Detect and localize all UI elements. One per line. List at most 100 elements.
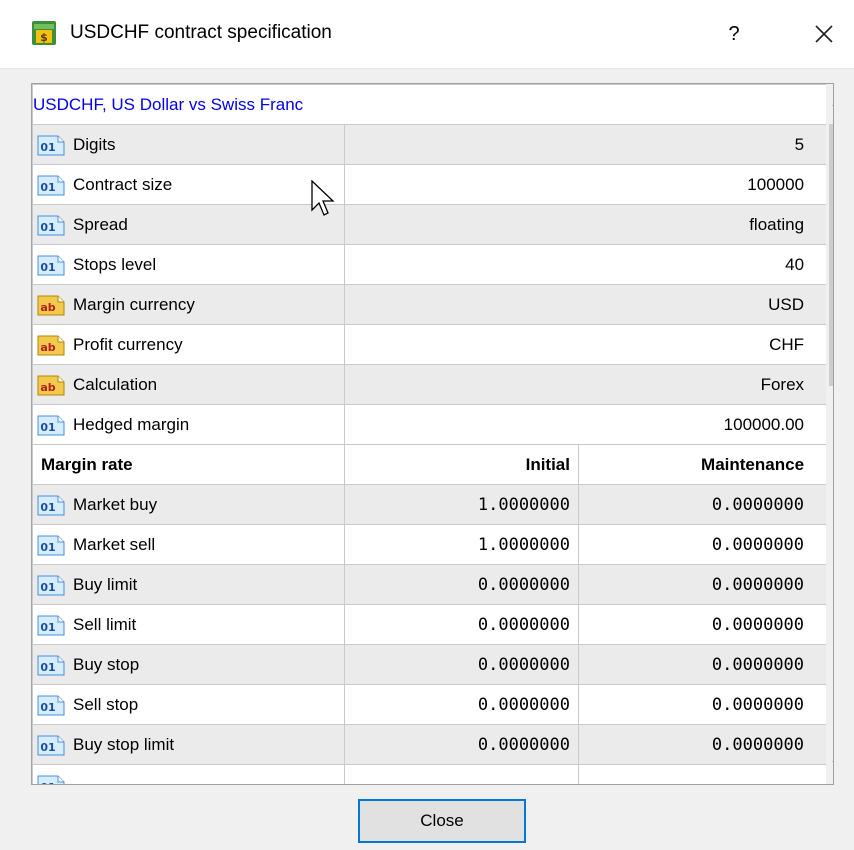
margin-order-type: 01 Sell stop xyxy=(32,684,345,725)
svg-text:01: 01 xyxy=(40,741,55,754)
spec-name: numeric-icon01Hedged margin xyxy=(32,404,345,445)
svg-text:01: 01 xyxy=(40,221,55,234)
spec-row[interactable]: numeric-icon01Hedged margin100000.00 xyxy=(32,404,828,445)
margin-order-type-label: Market sell xyxy=(73,534,156,554)
specification-table: USDCHF, US Dollar vs Swiss Franc numeric… xyxy=(32,84,828,785)
svg-text:01: 01 xyxy=(40,501,55,514)
margin-order-type: 01 Market buy xyxy=(32,484,345,525)
symbol-description[interactable]: USDCHF, US Dollar vs Swiss Franc xyxy=(32,84,828,125)
title-bar: $ USDCHF contract specification ? xyxy=(0,0,854,69)
maintenance-margin-value: 0.0000000 xyxy=(577,684,828,725)
vertical-scrollbar[interactable] xyxy=(826,84,833,784)
initial-margin-value: 0.0000000 xyxy=(344,604,579,645)
spec-value: 40 xyxy=(343,244,828,285)
spec-name-label: Spread xyxy=(73,214,128,234)
help-button[interactable]: ? xyxy=(716,14,752,54)
margin-rate-row[interactable]: 01 xyxy=(32,764,828,785)
spec-name-label: Margin currency xyxy=(73,294,195,314)
spec-value: CHF xyxy=(343,324,828,365)
svg-text:01: 01 xyxy=(40,181,55,194)
symbol-description-row: USDCHF, US Dollar vs Swiss Franc xyxy=(32,84,828,125)
spec-name: numeric-icon01Spread xyxy=(32,204,345,245)
spec-name-label: Profit currency xyxy=(73,334,183,354)
margin-order-type: 01 Market sell xyxy=(32,524,345,565)
svg-text:01: 01 xyxy=(40,421,55,434)
spec-row[interactable]: numeric-icon01Stops level40 xyxy=(32,244,828,285)
spec-row[interactable]: text-iconabCalculationForex xyxy=(32,364,828,405)
margin-order-type: 01 Buy stop limit xyxy=(32,724,345,765)
initial-margin-value: 0.0000000 xyxy=(344,684,579,725)
initial-margin-value: 0.0000000 xyxy=(344,564,579,605)
contract-spec-app-icon: $ xyxy=(32,21,56,45)
spec-value: 100000.00 xyxy=(343,404,828,445)
spec-row[interactable]: text-iconabMargin currencyUSD xyxy=(32,284,828,325)
svg-text:01: 01 xyxy=(40,781,55,785)
spec-row[interactable]: numeric-icon01Spreadfloating xyxy=(32,204,828,245)
svg-text:01: 01 xyxy=(40,701,55,714)
svg-text:01: 01 xyxy=(40,261,55,274)
margin-order-type: 01 Buy stop xyxy=(32,644,345,685)
spec-name-label: Calculation xyxy=(73,374,158,394)
spec-value: Forex xyxy=(343,364,828,405)
chevron-up-icon xyxy=(832,104,833,106)
window-title: USDCHF contract specification xyxy=(70,22,332,43)
svg-text:01: 01 xyxy=(40,141,55,154)
margin-rate-header: Margin rate xyxy=(32,444,345,485)
spec-value: 100000 xyxy=(343,164,828,205)
svg-text:ab: ab xyxy=(40,341,55,354)
margin-order-type: 01 Sell limit xyxy=(32,604,345,645)
margin-rate-row[interactable]: 01 Sell limit 0.0000000 0.0000000 xyxy=(32,604,828,645)
spec-row[interactable]: numeric-icon01Contract size100000 xyxy=(32,164,828,205)
margin-order-type-label: Sell stop xyxy=(73,694,139,714)
margin-rate-row[interactable]: 01 Buy limit 0.0000000 0.0000000 xyxy=(32,564,828,605)
spec-name: numeric-icon01Contract size xyxy=(32,164,345,205)
svg-text:ab: ab xyxy=(40,301,55,314)
spec-name: text-iconabProfit currency xyxy=(32,324,345,365)
margin-rate-row[interactable]: 01 Market sell 1.0000000 0.0000000 xyxy=(32,524,828,565)
margin-order-type: 01 xyxy=(32,764,345,785)
close-window-button[interactable] xyxy=(802,14,846,54)
close-button[interactable]: Close xyxy=(358,799,526,843)
initial-column-header: Initial xyxy=(344,444,579,485)
spec-row[interactable]: numeric-icon01Digits5 xyxy=(32,124,828,165)
margin-rate-row[interactable]: 01 Sell stop 0.0000000 0.0000000 xyxy=(32,684,828,725)
margin-rate-row[interactable]: 01 Buy stop 0.0000000 0.0000000 xyxy=(32,644,828,685)
margin-order-type-label: Buy limit xyxy=(73,574,138,594)
margin-rate-row[interactable]: 01 Market buy 1.0000000 0.0000000 xyxy=(32,484,828,525)
maintenance-margin-value: 0.0000000 xyxy=(577,524,828,565)
svg-text:01: 01 xyxy=(40,541,55,554)
spec-row[interactable]: text-iconabProfit currencyCHF xyxy=(32,324,828,365)
margin-order-type-label: Market buy xyxy=(73,494,158,514)
maintenance-column-header: Maintenance xyxy=(577,444,828,485)
initial-margin-value: 1.0000000 xyxy=(344,524,579,565)
svg-text:01: 01 xyxy=(40,581,55,594)
margin-rate-row[interactable]: 01 Buy stop limit 0.0000000 0.0000000 xyxy=(32,724,828,765)
margin-order-type-label: Buy stop limit xyxy=(73,734,175,754)
chevron-down-icon xyxy=(832,761,833,763)
maintenance-margin-value: 0.0000000 xyxy=(577,644,828,685)
specification-grid[interactable]: USDCHF, US Dollar vs Swiss Franc numeric… xyxy=(31,83,834,785)
scroll-down-button[interactable] xyxy=(826,744,833,784)
margin-order-type-label: Buy stop xyxy=(73,654,140,674)
scrollbar-thumb[interactable] xyxy=(829,124,833,386)
svg-text:01: 01 xyxy=(40,621,55,634)
svg-text:01: 01 xyxy=(40,661,55,674)
spec-name: text-iconabMargin currency xyxy=(32,284,345,325)
scroll-up-button[interactable] xyxy=(826,84,833,122)
initial-margin-value: 0.0000000 xyxy=(344,724,579,765)
spec-name: numeric-icon01Digits xyxy=(32,124,345,165)
svg-text:ab: ab xyxy=(40,381,55,394)
spec-value: 5 xyxy=(343,124,828,165)
maintenance-margin-value: 0.0000000 xyxy=(577,724,828,765)
spec-value: USD xyxy=(343,284,828,325)
initial-margin-value xyxy=(344,764,579,784)
margin-order-type: 01 Buy limit xyxy=(32,564,345,605)
close-icon xyxy=(815,25,833,43)
spec-name: numeric-icon01Stops level xyxy=(32,244,345,285)
spec-name-label: Hedged margin xyxy=(73,414,190,434)
maintenance-margin-value: 0.0000000 xyxy=(577,604,828,645)
initial-margin-value: 0.0000000 xyxy=(344,644,579,685)
spec-value: floating xyxy=(343,204,828,245)
maintenance-margin-value xyxy=(577,764,828,784)
spec-name-label: Stops level xyxy=(73,254,157,274)
